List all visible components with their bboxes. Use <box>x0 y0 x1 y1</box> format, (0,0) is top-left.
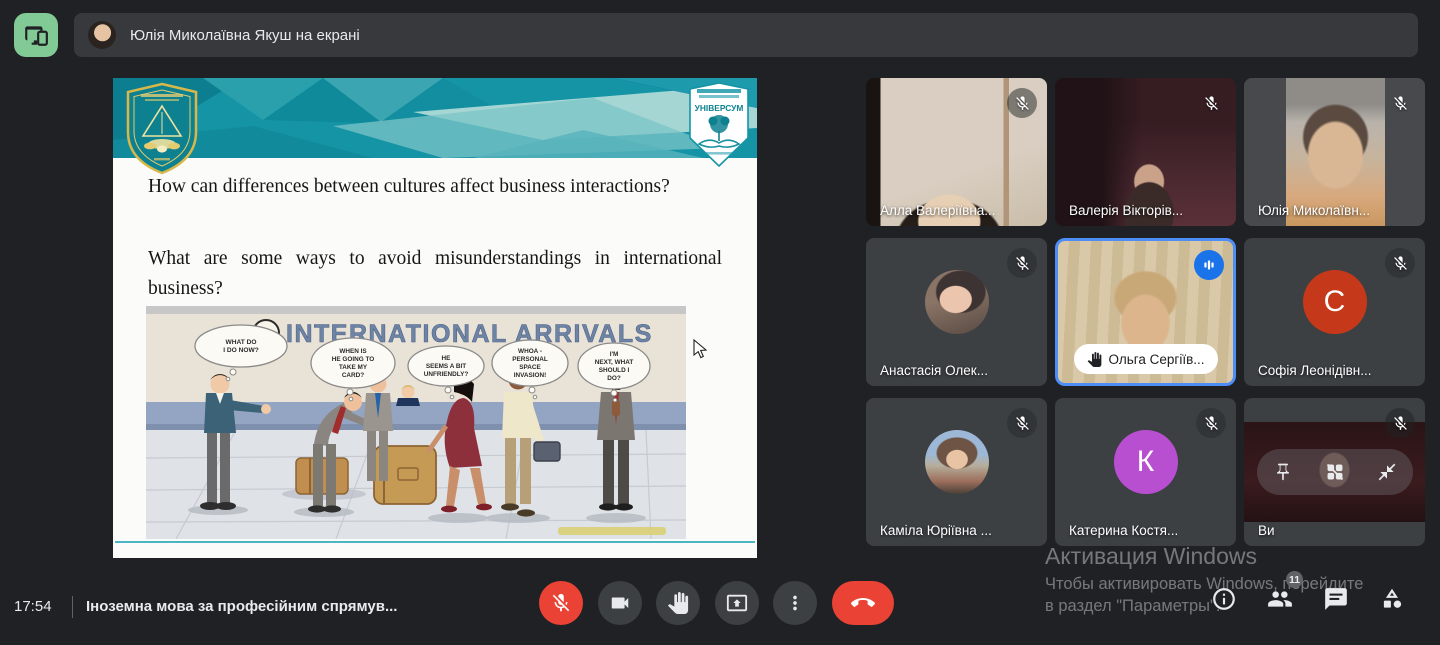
mic-off-icon <box>1196 88 1226 118</box>
participant-name: Ви <box>1258 523 1275 538</box>
camera-toggle-button[interactable] <box>597 581 642 625</box>
mic-off-icon <box>1196 408 1226 438</box>
letter-avatar: С <box>1302 270 1367 334</box>
divider <box>72 596 73 618</box>
participant-name: Ольга Сергіїв... <box>1108 351 1205 367</box>
end-call-button[interactable] <box>831 581 894 625</box>
participant-name: Алла Валеріївна... <box>880 203 996 218</box>
participant-name: Каміла Юріївна ... <box>880 523 992 538</box>
presenter-banner: Юлія Миколаївна Якуш на екрані <box>74 13 1418 57</box>
videocam-icon <box>611 597 628 609</box>
present-to-all-icon <box>726 594 747 612</box>
svg-text:INVASION!: INVASION! <box>514 372 547 379</box>
slide-question-1: How can differences between cultures aff… <box>148 176 670 197</box>
mouse-cursor <box>693 339 707 359</box>
svg-text:I DO NOW?: I DO NOW? <box>223 347 259 354</box>
participant-name: Софія Леонідівн... <box>1258 363 1372 378</box>
participant-tile-8[interactable]: К Катерина Костя... <box>1055 398 1236 546</box>
international-arrivals-cartoon: ✈ INTERNATIONAL ARRIVALS <box>146 306 686 539</box>
hand-icon <box>667 592 689 614</box>
self-tile-hover-controls <box>1256 449 1413 495</box>
participant-tile-2[interactable]: Валерія Вікторів... <box>1055 78 1236 226</box>
participant-name: Валерія Вікторів... <box>1069 203 1183 218</box>
participant-tile-4[interactable]: Анастасія Олек... <box>866 238 1047 386</box>
participant-count-badge: 11 <box>1286 571 1303 588</box>
university-crest-logo <box>126 82 198 175</box>
svg-text:SPACE: SPACE <box>519 364 541 371</box>
speaking-indicator-icon <box>1194 250 1224 280</box>
mic-off-icon <box>1385 88 1415 118</box>
svg-text:PERSONAL: PERSONAL <box>512 356 548 363</box>
svg-text:TAKE MY: TAKE MY <box>339 364 368 371</box>
present-screen-button[interactable] <box>714 581 759 625</box>
mic-off-icon <box>1007 408 1037 438</box>
hand-raised-icon <box>1087 351 1101 367</box>
svg-text:NEXT, WHAT: NEXT, WHAT <box>595 359 634 366</box>
pin-icon[interactable] <box>1273 462 1293 482</box>
call-end-icon <box>850 598 875 607</box>
visual-effects-off-icon[interactable] <box>1325 462 1345 482</box>
universum-college-logo: УНІВЕРСУМ <box>689 82 749 168</box>
more-options-button[interactable] <box>773 581 817 625</box>
participant-name: Катерина Костя... <box>1069 523 1179 538</box>
svg-text:HE GOING TO: HE GOING TO <box>332 356 375 363</box>
call-controls <box>539 581 894 625</box>
svg-text:UNFRIENDLY?: UNFRIENDLY? <box>424 371 469 378</box>
windows-activation-watermark: Активация Windows Чтобы активировать Win… <box>1045 543 1375 617</box>
presenter-avatar <box>88 21 116 49</box>
more-vert-icon <box>793 595 797 611</box>
mic-toggle-button[interactable] <box>539 581 583 625</box>
mic-off-icon <box>1385 408 1415 438</box>
slide-question-2: What are some ways to avoid misunderstan… <box>148 248 722 299</box>
participant-tile-3[interactable]: Юлія Миколаївн... <box>1244 78 1425 226</box>
devices-icon <box>25 26 48 46</box>
watermark-title: Активация Windows <box>1045 543 1257 569</box>
participant-name: Анастасія Олек... <box>880 363 988 378</box>
svg-text:WHEN IS: WHEN IS <box>339 348 367 355</box>
svg-text:SHOULD I: SHOULD I <box>599 367 630 374</box>
mic-off-icon <box>1007 248 1037 278</box>
letter-avatar: К <box>1113 430 1178 494</box>
mic-off-icon <box>1385 248 1415 278</box>
avatar <box>924 430 989 494</box>
participant-tile-5-speaking[interactable]: Ольга Сергіїв... <box>1055 238 1236 386</box>
mic-off-icon <box>552 593 570 612</box>
minimize-icon[interactable] <box>1377 462 1397 482</box>
svg-text:SEEMS A BIT: SEEMS A BIT <box>426 363 466 370</box>
screen-share-chip[interactable] <box>14 13 58 57</box>
activities-button[interactable] <box>1378 585 1406 613</box>
watermark-body: Чтобы активировать Windows, перейдите в … <box>1045 575 1364 615</box>
svg-text:WHOA -: WHOA - <box>518 348 542 355</box>
svg-text:CARD?: CARD? <box>342 372 364 379</box>
svg-text:DO?: DO? <box>607 375 621 382</box>
participant-tile-you[interactable]: Ви <box>1244 398 1425 546</box>
meeting-name: Іноземна мова за професійним спрямув... <box>86 598 398 615</box>
clock: 17:54 <box>14 598 52 615</box>
participant-name: Юлія Миколаївн... <box>1258 203 1371 218</box>
participant-tile-1[interactable]: Алла Валеріївна... <box>866 78 1047 226</box>
slide-divider-line <box>115 541 755 543</box>
slide-header-band <box>113 78 757 158</box>
svg-text:WHAT DO: WHAT DO <box>225 339 256 346</box>
raise-hand-button[interactable] <box>656 581 700 625</box>
avatar <box>924 270 989 334</box>
activities-icon <box>1383 588 1402 608</box>
participant-tile-7[interactable]: Каміла Юріївна ... <box>866 398 1047 546</box>
hand-raised-pill: Ольга Сергіїв... <box>1073 344 1218 374</box>
svg-text:I'M: I'M <box>610 351 619 358</box>
mic-off-icon <box>1007 88 1037 118</box>
cartoon-watermark <box>558 527 666 535</box>
meet-window: Юлія Миколаївна Якуш на екрані УНІВЕРСУМ… <box>0 0 1440 645</box>
svg-text:HE: HE <box>442 355 452 362</box>
participant-grid: Алла Валеріївна... Валерія Вікторів... Ю… <box>866 78 1425 546</box>
participant-tile-6[interactable]: С Софія Леонідівн... <box>1244 238 1425 386</box>
presenter-banner-text: Юлія Миколаївна Якуш на екрані <box>130 26 360 44</box>
shared-screen-slide: УНІВЕРСУМ How can differences between cu… <box>113 78 757 558</box>
universum-label: УНІВЕРСУМ <box>695 103 744 113</box>
